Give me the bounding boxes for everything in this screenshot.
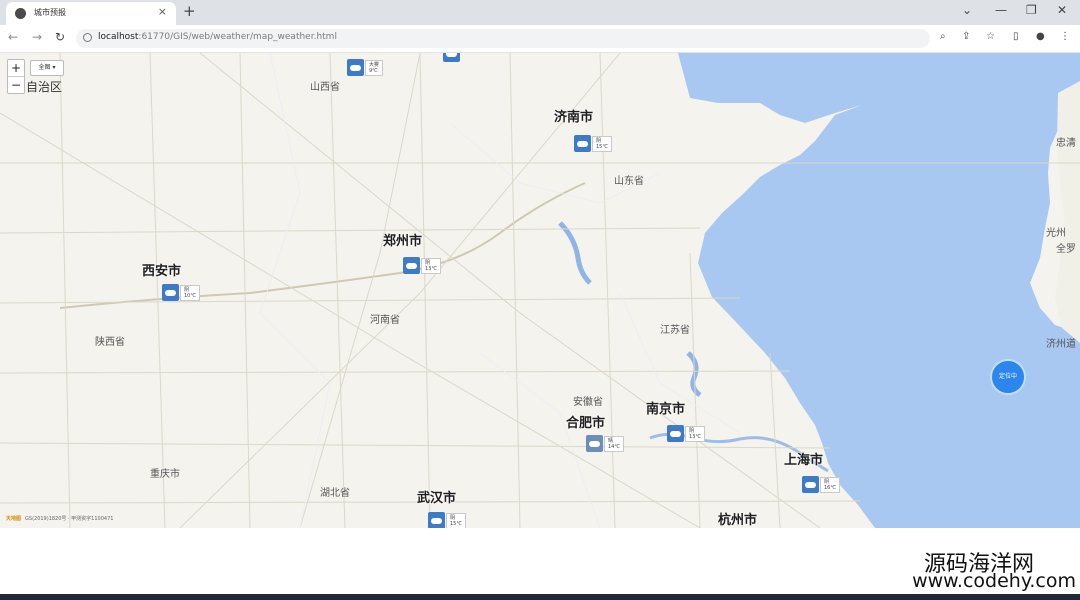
weather-temp: 10℃ — [184, 293, 196, 299]
weather-card: 阴 15℃ — [446, 513, 466, 528]
weather-temp: 15℃ — [450, 521, 462, 527]
weather-temp: 13℃ — [689, 434, 701, 440]
cloud-icon — [403, 257, 420, 274]
reload-icon[interactable]: ↻ — [55, 30, 65, 44]
cloud-icon[interactable] — [443, 53, 460, 62]
weather-card: 阴 10℃ — [180, 285, 200, 301]
new-tab-button[interactable]: + — [183, 2, 196, 20]
cloud-icon — [667, 425, 684, 442]
province-label: 湖北省 — [320, 488, 350, 499]
zoom-in-button[interactable]: + — [8, 60, 24, 77]
tab-title: 城市预报 — [34, 8, 66, 17]
weather-card: 阴 16℃ — [820, 477, 840, 493]
province-label: 山西省 — [310, 82, 340, 93]
share-icon[interactable]: ⇪ — [962, 31, 970, 42]
province-label: 重庆市 — [150, 469, 180, 480]
map-view[interactable]: + − 全图 ▾ 自治区 山西省 山东省 河南省 陕西省 江苏省 安徽省 重庆市… — [0, 53, 1080, 528]
province-label: 山东省 — [614, 176, 644, 187]
url-text[interactable]: localhost:61770/GIS/web/weather/map_weat… — [98, 32, 337, 42]
browser-tab-bar: 城市预报 × + ⌄ — ❐ ✕ — [0, 0, 1080, 25]
globe-icon — [15, 8, 26, 19]
region-label: 济州道 — [1046, 339, 1076, 350]
city-label: 合肥市 — [566, 416, 606, 431]
province-label: 江苏省 — [660, 325, 690, 336]
star-icon[interactable]: ☆ — [986, 31, 995, 42]
cloud-icon — [574, 135, 591, 152]
browser-tab[interactable]: 城市预报 × — [6, 2, 176, 25]
city-label: 郑州市 — [383, 234, 423, 249]
weather-temp: 14℃ — [608, 444, 620, 450]
cloud-icon — [428, 512, 445, 528]
address-toolbar: ← → ↻ localhost:61770/GIS/web/weather/ma… — [0, 25, 1080, 53]
maximize-button[interactable]: ❐ — [1026, 3, 1037, 17]
weather-card: 阴 13℃ — [685, 426, 705, 442]
forward-icon[interactable]: → — [32, 30, 42, 44]
cloud-icon — [802, 476, 819, 493]
city-label: 西安市 — [142, 264, 182, 279]
close-tab-icon[interactable]: × — [158, 5, 167, 18]
region-label: 自治区 — [26, 80, 63, 94]
search-icon[interactable]: ⌕ — [940, 31, 946, 42]
region-label: 全罗 — [1056, 244, 1076, 255]
province-label: 安徽省 — [573, 397, 603, 408]
minimize-button[interactable]: — — [995, 3, 1007, 17]
sidebar-icon[interactable]: ▯ — [1013, 31, 1019, 42]
site-info-icon[interactable] — [83, 33, 92, 42]
tianditu-logo: 天地图 — [6, 516, 22, 522]
cloud-icon — [162, 284, 179, 301]
weather-temp: 15℃ — [596, 144, 608, 150]
profile-icon[interactable]: ● — [1036, 31, 1045, 42]
city-label: 武汉市 — [417, 491, 457, 506]
sun-icon — [586, 435, 603, 452]
back-icon[interactable]: ← — [8, 30, 18, 44]
zoom-control: + − — [7, 59, 25, 94]
weather-card: 大雾 9℃ — [365, 60, 384, 76]
weather-card: 晴 14℃ — [604, 436, 624, 452]
weather-card: 阴 15℃ — [592, 136, 612, 152]
weather-temp: 9℃ — [369, 68, 378, 74]
map-copyright: 天地图 GS(2019)1820号 · 甲测资字1100471 — [6, 515, 113, 522]
url-bar[interactable]: localhost:61770/GIS/web/weather/map_weat… — [76, 29, 930, 48]
city-label: 南京市 — [646, 402, 686, 417]
weather-temp: 13℃ — [425, 266, 437, 272]
weather-temp: 16℃ — [824, 485, 836, 491]
os-taskbar — [0, 594, 1080, 600]
url-path: :61770/GIS/web/weather/map_weather.html — [138, 32, 337, 42]
watermark-url: www.codehy.com — [912, 570, 1076, 592]
copyright-text: GS(2019)1820号 · 甲测资字1100471 — [25, 516, 114, 522]
weather-card: 阴 13℃ — [421, 258, 441, 274]
city-label: 杭州市 — [718, 513, 758, 528]
region-label: 光州 — [1046, 228, 1066, 239]
zoom-out-button[interactable]: − — [8, 77, 24, 93]
province-label: 河南省 — [370, 315, 400, 326]
cloud-icon — [347, 59, 364, 76]
province-label: 陕西省 — [95, 337, 125, 348]
city-label: 济南市 — [554, 110, 594, 125]
menu-icon[interactable]: ⋮ — [1060, 31, 1070, 42]
tab-search-icon[interactable]: ⌄ — [962, 3, 972, 17]
url-host: localhost — [98, 32, 139, 42]
region-label: 忠清 — [1056, 138, 1076, 149]
close-window-button[interactable]: ✕ — [1057, 3, 1067, 17]
layer-select[interactable]: 全图 ▾ — [30, 60, 64, 76]
city-label: 上海市 — [784, 453, 824, 468]
location-marker[interactable]: 定位中 — [990, 359, 1026, 395]
